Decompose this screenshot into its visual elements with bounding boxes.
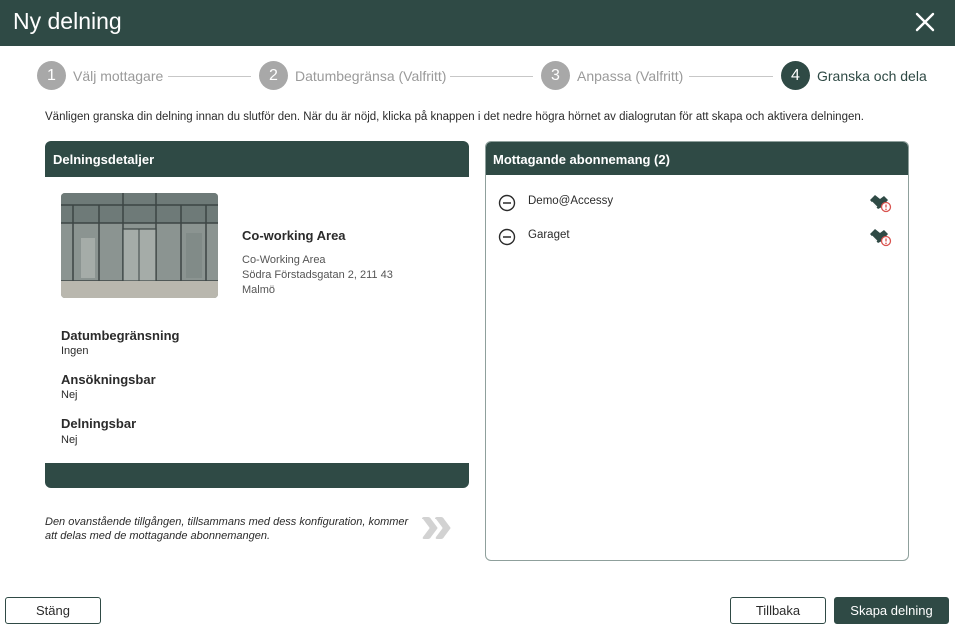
asset-name: Co-working Area <box>242 228 346 243</box>
step-1-number: 1 <box>37 61 66 90</box>
step-connector <box>689 76 773 77</box>
asset-photo <box>61 193 218 298</box>
back-button[interactable]: Tillbaka <box>730 597 826 624</box>
recipient-row: Demo@Accessy <box>498 192 898 214</box>
asset-type-label: Co-Working Area <box>242 254 326 266</box>
step-4-number: 4 <box>781 61 810 90</box>
date-limit-value: Ingen <box>61 345 89 357</box>
asset-street: Södra Förstadsgatan 2, 211 43 <box>242 269 393 281</box>
step-4-label: Granska och dela <box>817 68 927 84</box>
dialog-title: Ny delning <box>13 8 122 34</box>
step-3-label: Anpassa (Valfritt) <box>577 68 684 84</box>
close-button[interactable]: Stäng <box>5 597 101 624</box>
recipient-name: Demo@Accessy <box>528 195 614 207</box>
share-details-panel: Delningsdetaljer Co-working Area Co-Work… <box>45 141 469 488</box>
applicable-value: Nej <box>61 389 78 401</box>
recipient-row: Garaget <box>498 226 898 248</box>
minus-circle-icon[interactable] <box>498 228 516 246</box>
applicable-label: Ansökningsbar <box>61 372 156 387</box>
share-details-footer <box>45 463 469 488</box>
create-share-button[interactable]: Skapa delning <box>834 597 949 624</box>
date-limit-label: Datumbegränsning <box>61 328 180 343</box>
recipients-header: Mottagande abonnemang (2) <box>486 142 908 175</box>
step-2-label: Datumbegränsa (Valfritt) <box>295 68 447 84</box>
shareable-value: Nej <box>61 434 78 446</box>
asset-address: Co-Working Area Södra Förstadsgatan 2, 2… <box>242 253 393 298</box>
step-3-number: 3 <box>541 61 570 90</box>
handshake-alert-icon[interactable] <box>868 226 892 248</box>
step-connector <box>450 76 533 77</box>
step-1-label: Välj mottagare <box>73 68 164 84</box>
share-details-header: Delningsdetaljer <box>45 141 469 177</box>
close-icon[interactable] <box>912 9 938 35</box>
share-note: Den ovanstående tillgången, tillsammans … <box>45 516 409 542</box>
shareable-label: Delningsbar <box>61 416 137 431</box>
asset-city: Malmö <box>242 284 276 296</box>
recipients-panel: Mottagande abonnemang (2) Demo@Accessy G… <box>485 141 909 561</box>
stepper: 1 Välj mottagare 2 Datumbegränsa (Valfri… <box>0 61 955 93</box>
double-chevron-right-icon <box>422 517 451 539</box>
dialog-titlebar: Ny delning <box>0 0 955 46</box>
minus-circle-icon[interactable] <box>498 194 516 212</box>
handshake-alert-icon[interactable] <box>868 192 892 214</box>
recipient-name: Garaget <box>528 229 570 241</box>
step-connector <box>168 76 251 77</box>
step-2-number: 2 <box>259 61 288 90</box>
intro-text: Vänligen granska din delning innan du sl… <box>45 111 864 123</box>
